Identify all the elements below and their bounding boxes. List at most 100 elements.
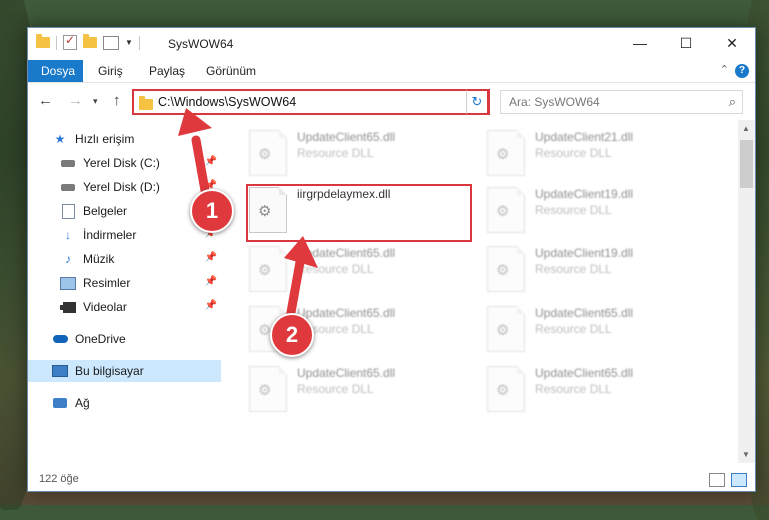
item-count: 122 öğe [39,473,79,485]
file-name: UpdateClient65.dll [297,366,396,380]
sidebar-item-label: OneDrive [75,332,126,346]
arrow-right-icon[interactable]: → [68,92,83,109]
chevron-up-icon[interactable]: ⌃ [720,63,729,76]
file-type: Resource DLL [297,262,374,276]
tab-home[interactable]: Giriş [85,60,136,82]
network-icon [52,396,68,410]
window-controls: — ☐ ✕ [617,28,755,58]
sidebar-item-label: Müzik [83,252,115,266]
title-bar: ▼ SysWOW64 — ☐ ✕ [28,28,755,60]
music-icon: ♪ [65,252,71,266]
tab-view[interactable]: Görünüm [193,60,269,82]
step-badge-1: 1 [190,189,234,233]
sidebar-item-label: Yerel Disk (C:) [83,156,160,170]
file-item[interactable]: UpdateClient65.dll Resource DLL [249,242,474,294]
file-type: Resource DLL [535,322,612,336]
arrow-up-icon[interactable]: ↑ [113,92,121,109]
view-toggle [709,473,747,487]
close-button[interactable]: ✕ [709,28,755,58]
sidebar-item-videos[interactable]: Videolar 📌 [28,296,221,318]
address-path[interactable]: C:\Windows\SysWOW64 [158,95,296,109]
file-type: Resource DLL [535,262,612,276]
sidebar-item-local-disk-c[interactable]: Yerel Disk (C:) 📌 [28,152,221,174]
ribbon-tabs: Dosya Giriş Paylaş Görünüm ⌃ ? [28,60,755,83]
file-item[interactable]: UpdateClient21.dll Resource DLL [487,126,712,178]
pin-icon[interactable]: 📌 [205,156,217,167]
tab-share[interactable]: Paylaş [136,60,198,82]
details-view-icon[interactable] [709,473,725,487]
file-item[interactable]: UpdateClient65.dll Resource DLL [249,126,474,178]
pin-icon[interactable]: 📌 [205,276,217,287]
sidebar-item-label: Hızlı erişim [75,132,135,146]
address-bar[interactable]: C:\Windows\SysWOW64 ⌄ [132,89,490,115]
large-icons-view-icon[interactable] [731,473,747,487]
file-type: Resource DLL [535,146,612,160]
sidebar-item-label: Belgeler [83,204,128,218]
dll-file-icon [249,130,287,176]
sidebar-item-label: Videolar [83,300,127,314]
sidebar-item-pictures[interactable]: Resimler 📌 [28,272,221,294]
computer-icon [52,364,68,378]
search-box[interactable]: Ara: SysWOW64 ⌕ [500,90,743,114]
arrow-left-icon[interactable]: ← [38,92,53,109]
file-type: Resource DLL [535,203,612,217]
dll-file-icon [487,306,525,352]
properties-check-icon[interactable] [63,33,77,50]
video-icon [60,300,76,314]
file-item[interactable]: UpdateClient65.dll Resource DLL [487,302,712,354]
file-name: UpdateClient65.dll [535,366,634,380]
sidebar-item-network[interactable]: Ağ [28,392,221,414]
step-badge-2: 2 [270,313,314,357]
quick-access-toolbar: ▼ [36,33,140,50]
dll-file-icon [487,130,525,176]
sidebar-item-quick-access[interactable]: ★ Hızlı erişim [28,128,221,150]
chevron-down-icon[interactable]: ▼ [125,38,133,47]
pin-icon[interactable]: 📌 [205,300,217,311]
scrollbar-thumb[interactable] [740,140,753,188]
star-icon: ★ [54,132,66,146]
file-item[interactable]: UpdateClient19.dll Resource DLL [487,183,712,235]
sidebar-item-downloads[interactable]: ↓ İndirmeler 📌 [28,224,221,246]
properties-icon[interactable] [103,35,119,50]
chevron-down-icon[interactable]: ▾ [93,96,98,107]
file-list: UpdateClient65.dll Resource DLL UpdateCl… [225,120,738,460]
search-icon: ⌕ [728,94,736,109]
file-name: UpdateClient65.dll [297,246,396,260]
status-bar: 122 öğe [28,469,755,491]
new-folder-icon[interactable] [83,34,97,48]
file-type: Resource DLL [297,382,374,396]
pin-icon[interactable]: 📌 [205,252,217,263]
file-name: UpdateClient65.dll [297,306,396,320]
help-icon[interactable]: ? [735,64,749,78]
minimize-button[interactable]: — [617,28,663,58]
folder-icon [139,96,153,110]
refresh-button[interactable]: ↻ [466,89,489,115]
vertical-scrollbar[interactable]: ▲ ▼ [738,120,755,463]
dll-file-icon [487,366,525,412]
tab-file[interactable]: Dosya [28,60,83,82]
navigation-bar: ← → ▾ ↑ C:\Windows\SysWOW64 ⌄ ↻ Ara: Sys… [28,86,755,116]
file-item[interactable]: UpdateClient19.dll Resource DLL [487,242,712,294]
explorer-window: ▼ SysWOW64 — ☐ ✕ Dosya Giriş Paylaş Görü… [27,27,756,492]
divider [56,35,57,50]
chevron-up-icon[interactable]: ▲ [742,124,750,133]
maximize-button[interactable]: ☐ [663,28,709,58]
cloud-icon [52,332,68,346]
navigation-pane: ★ Hızlı erişim Yerel Disk (C:) 📌 Yerel D… [28,120,221,460]
drive-icon [60,156,76,170]
file-name: UpdateClient21.dll [535,130,634,144]
search-input[interactable]: Ara: SysWOW64 [509,95,600,109]
sidebar-item-label: Resimler [83,276,131,290]
file-item[interactable]: UpdateClient65.dll Resource DLL [487,362,712,414]
highlight-box [246,184,472,242]
sidebar-item-music[interactable]: ♪ Müzik 📌 [28,248,221,270]
sidebar-item-label: Ağ [75,396,90,410]
file-item[interactable]: UpdateClient65.dll Resource DLL [249,362,474,414]
sidebar-item-local-disk-d[interactable]: Yerel Disk (D:) 📌 [28,176,221,198]
sidebar-item-onedrive[interactable]: OneDrive [28,328,221,350]
folder-icon [36,34,50,48]
chevron-down-icon[interactable]: ▼ [742,450,750,459]
dll-file-icon [249,246,287,292]
file-name: UpdateClient19.dll [535,246,634,260]
sidebar-item-this-pc[interactable]: Bu bilgisayar [28,360,221,382]
